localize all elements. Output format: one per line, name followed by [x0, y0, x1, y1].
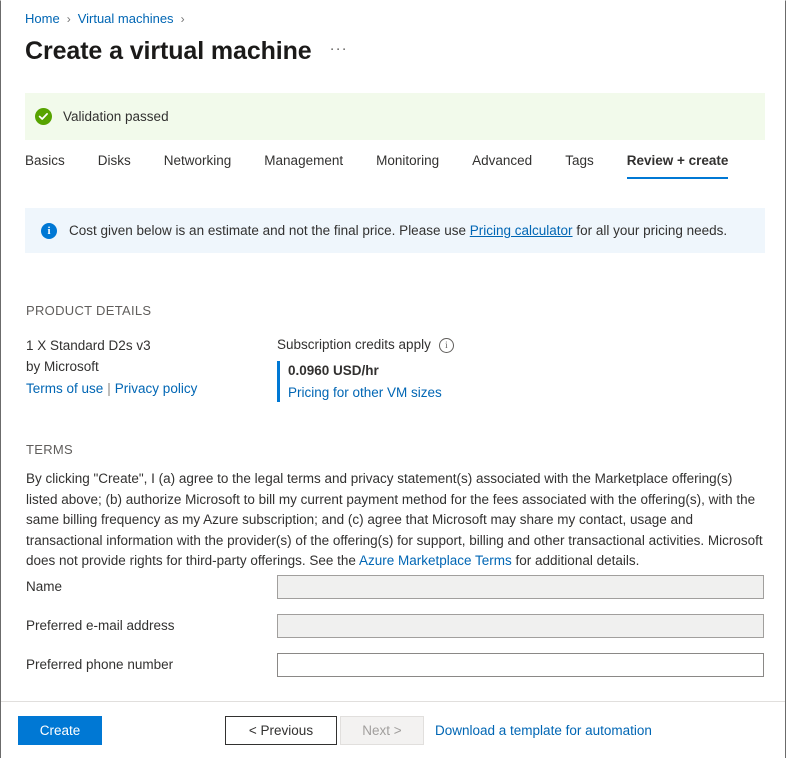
more-options-icon[interactable]: ···	[330, 40, 348, 63]
field-row-email: Preferred e-mail address	[26, 614, 766, 653]
page-title: Create a virtual machine	[25, 37, 312, 65]
subscription-credits-row: Subscription credits apply i	[277, 335, 454, 355]
terms-heading: TERMS	[26, 442, 73, 457]
contact-form: Name Preferred e-mail address Preferred …	[26, 575, 766, 692]
title-row: Create a virtual machine ···	[1, 28, 785, 66]
phone-input[interactable]	[277, 653, 764, 677]
subscription-credits-label: Subscription credits apply	[277, 337, 431, 352]
product-details-left: 1 X Standard D2s v3 by Microsoft Terms o…	[26, 335, 197, 399]
create-button[interactable]: Create	[18, 715, 102, 745]
tab-disks[interactable]: Disks	[98, 153, 131, 179]
price-value: 0.0960 USD/hr	[288, 363, 379, 378]
cost-estimate-banner: i Cost given below is an estimate and no…	[25, 208, 765, 253]
cost-estimate-text-before: Cost given below is an estimate and not …	[69, 223, 466, 238]
cost-estimate-text-after: for all your pricing needs.	[576, 223, 728, 238]
create-vm-page: Home › Virtual machines › Create a virtu…	[0, 0, 786, 758]
email-label: Preferred e-mail address	[26, 618, 175, 633]
validation-banner: Validation passed	[25, 93, 765, 140]
product-details-right: Subscription credits apply i 0.0960 USD/…	[277, 335, 454, 402]
pricing-other-vm-sizes-link[interactable]: Pricing for other VM sizes	[288, 383, 454, 402]
breadcrumb-item-home[interactable]: Home	[25, 10, 60, 28]
breadcrumb-item-virtual-machines[interactable]: Virtual machines	[78, 10, 174, 28]
product-links: Terms of use | Privacy policy	[26, 378, 197, 399]
terms-text-after: for additional details.	[515, 553, 640, 568]
tab-monitoring[interactable]: Monitoring	[376, 153, 439, 179]
price-block: 0.0960 USD/hr Pricing for other VM sizes	[277, 361, 454, 402]
field-row-phone: Preferred phone number	[26, 653, 766, 692]
next-button: Next >	[340, 715, 424, 745]
name-input[interactable]	[277, 575, 764, 599]
pricing-calculator-link[interactable]: Pricing calculator	[470, 223, 573, 238]
tab-management[interactable]: Management	[264, 153, 343, 179]
email-input[interactable]	[277, 614, 764, 638]
cost-estimate-text: Cost given below is an estimate and not …	[69, 223, 727, 238]
info-circle-icon: i	[41, 222, 57, 239]
wizard-footer: Create < Previous Next > Download a temp…	[1, 701, 785, 758]
link-divider: |	[107, 381, 111, 396]
check-circle-icon	[35, 108, 52, 125]
field-row-name: Name	[26, 575, 766, 614]
breadcrumb-separator-icon: ›	[66, 12, 71, 26]
product-details-heading: PRODUCT DETAILS	[26, 303, 152, 318]
validation-message: Validation passed	[63, 109, 169, 124]
tab-tags[interactable]: Tags	[565, 153, 594, 179]
product-publisher: by Microsoft	[26, 359, 99, 374]
tab-advanced[interactable]: Advanced	[472, 153, 532, 179]
tab-networking[interactable]: Networking	[164, 153, 232, 179]
azure-marketplace-terms-link[interactable]: Azure Marketplace Terms	[359, 553, 512, 568]
info-outline-icon[interactable]: i	[438, 337, 454, 353]
wizard-tabs: Basics Disks Networking Management Monit…	[25, 153, 729, 179]
privacy-policy-link[interactable]: Privacy policy	[115, 381, 198, 396]
tab-review-create[interactable]: Review + create	[626, 153, 729, 179]
download-template-link[interactable]: Download a template for automation	[435, 723, 652, 738]
page-content: Home › Virtual machines › Create a virtu…	[1, 1, 785, 702]
previous-button[interactable]: < Previous	[225, 715, 337, 745]
breadcrumb: Home › Virtual machines ›	[1, 1, 785, 28]
product-sku: 1 X Standard D2s v3	[26, 338, 151, 353]
tab-basics[interactable]: Basics	[25, 153, 65, 179]
phone-label: Preferred phone number	[26, 657, 174, 672]
terms-of-use-link[interactable]: Terms of use	[26, 381, 103, 396]
name-label: Name	[26, 579, 63, 594]
breadcrumb-separator-icon-2: ›	[180, 12, 185, 26]
terms-paragraph: By clicking "Create", I (a) agree to the…	[26, 469, 766, 572]
